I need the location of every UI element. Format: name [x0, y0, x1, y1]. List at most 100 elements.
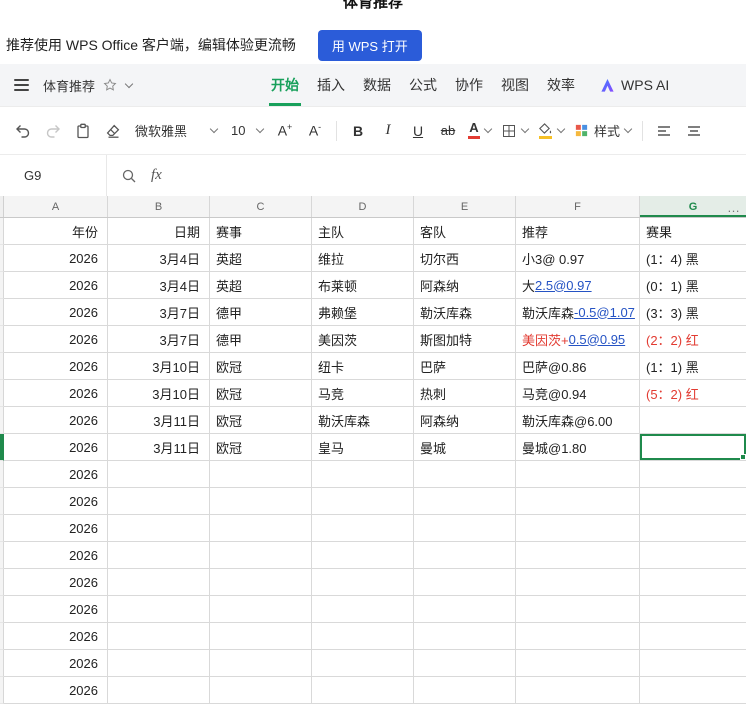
header-cell-5[interactable]: 推荐 — [516, 218, 640, 245]
decrease-font-size-button[interactable]: A- — [300, 117, 330, 145]
empty-cell[interactable] — [312, 569, 414, 596]
cell-year[interactable]: 2026 — [4, 542, 108, 569]
cell-away-team[interactable]: 切尔西 — [414, 245, 516, 272]
empty-cell[interactable] — [640, 650, 746, 677]
empty-cell[interactable] — [312, 461, 414, 488]
cell-away-team[interactable]: 勒沃库森 — [414, 299, 516, 326]
empty-cell[interactable] — [516, 542, 640, 569]
tab-efficiency[interactable]: 效率 — [538, 64, 584, 106]
empty-cell[interactable] — [640, 623, 746, 650]
empty-cell[interactable] — [312, 542, 414, 569]
empty-cell[interactable] — [516, 488, 640, 515]
empty-cell[interactable] — [414, 515, 516, 542]
strikethrough-button[interactable]: ab — [433, 117, 463, 145]
cell-year[interactable]: 2026 — [4, 515, 108, 542]
cell-year[interactable]: 2026 — [4, 623, 108, 650]
fill-color-button[interactable] — [533, 117, 569, 145]
redo-icon[interactable] — [38, 117, 68, 145]
empty-cell[interactable] — [312, 515, 414, 542]
empty-cell[interactable] — [414, 542, 516, 569]
header-cell-1[interactable]: 日期 — [108, 218, 210, 245]
empty-cell[interactable] — [414, 650, 516, 677]
empty-cell[interactable] — [414, 461, 516, 488]
paste-icon[interactable] — [68, 117, 98, 145]
cell-date[interactable]: 3月10日 — [108, 353, 210, 380]
cell-year[interactable]: 2026 — [4, 353, 108, 380]
cell-away-team[interactable]: 巴萨 — [414, 353, 516, 380]
empty-cell[interactable] — [108, 650, 210, 677]
column-header-E[interactable]: E — [414, 196, 516, 217]
align-center-icon[interactable] — [679, 117, 709, 145]
cell-result[interactable]: (2：2) 红 — [640, 326, 746, 353]
empty-cell[interactable] — [640, 596, 746, 623]
cell-recommendation[interactable]: 勒沃库森@6.00 — [516, 407, 640, 434]
cell-result[interactable]: (3：3) 黑 — [640, 299, 746, 326]
cell-year[interactable]: 2026 — [4, 407, 108, 434]
cell-recommendation[interactable]: 大 2.5@0.97 — [516, 272, 640, 299]
fill-handle[interactable] — [740, 454, 746, 460]
cell-away-team[interactable]: 阿森纳 — [414, 272, 516, 299]
empty-cell[interactable] — [210, 623, 312, 650]
empty-cell[interactable] — [414, 488, 516, 515]
cell-away-team[interactable]: 曼城 — [414, 434, 516, 461]
empty-cell[interactable] — [640, 542, 746, 569]
font-size-select[interactable]: 10 — [224, 117, 270, 145]
empty-cell[interactable] — [414, 596, 516, 623]
empty-cell[interactable] — [640, 515, 746, 542]
increase-font-size-button[interactable]: A+ — [270, 117, 300, 145]
cell-league[interactable]: 欧冠 — [210, 407, 312, 434]
cell-date[interactable]: 3月11日 — [108, 407, 210, 434]
empty-cell[interactable] — [108, 515, 210, 542]
empty-cell[interactable] — [516, 515, 640, 542]
empty-cell[interactable] — [108, 596, 210, 623]
undo-icon[interactable] — [8, 117, 38, 145]
cell-recommendation[interactable]: 勒沃库森 -0.5@1.07 — [516, 299, 640, 326]
menu-icon[interactable] — [14, 79, 29, 91]
cell-recommendation[interactable]: 巴萨@0.86 — [516, 353, 640, 380]
cell-date[interactable]: 3月7日 — [108, 326, 210, 353]
cell-result[interactable]: (1：4) 黑 — [640, 245, 746, 272]
cell-year[interactable]: 2026 — [4, 245, 108, 272]
empty-cell[interactable] — [210, 596, 312, 623]
empty-cell[interactable] — [210, 677, 312, 704]
cell-year[interactable]: 2026 — [4, 461, 108, 488]
cell-result[interactable]: (5：2) 红 — [640, 380, 746, 407]
more-columns-button[interactable]: … — [727, 196, 741, 218]
recommendation-link[interactable]: 0.5@0.95 — [569, 332, 626, 347]
cell-home-team[interactable]: 马竞 — [312, 380, 414, 407]
align-left-icon[interactable] — [649, 117, 679, 145]
cell-league[interactable]: 欧冠 — [210, 353, 312, 380]
cell-league[interactable]: 欧冠 — [210, 434, 312, 461]
recommendation-link[interactable]: -0.5@1.07 — [574, 305, 635, 320]
cell-league[interactable]: 英超 — [210, 272, 312, 299]
title-chevron-down-icon[interactable] — [124, 79, 134, 88]
header-cell-3[interactable]: 主队 — [312, 218, 414, 245]
cell-year[interactable]: 2026 — [4, 596, 108, 623]
cell-result[interactable] — [640, 434, 746, 461]
column-header-B[interactable]: B — [108, 196, 210, 217]
cell-year[interactable]: 2026 — [4, 569, 108, 596]
cell-home-team[interactable]: 弗赖堡 — [312, 299, 414, 326]
insert-function-fx-button[interactable]: fx — [151, 167, 162, 184]
column-header-C[interactable]: C — [210, 196, 312, 217]
favorite-star-icon[interactable] — [103, 78, 117, 92]
empty-cell[interactable] — [108, 677, 210, 704]
cell-away-team[interactable]: 热刺 — [414, 380, 516, 407]
empty-cell[interactable] — [516, 623, 640, 650]
tab-data[interactable]: 数据 — [354, 64, 400, 106]
bold-button[interactable]: B — [343, 117, 373, 145]
tab-wps-ai[interactable]: WPS AI — [600, 64, 669, 106]
empty-cell[interactable] — [312, 623, 414, 650]
cell-home-team[interactable]: 皇马 — [312, 434, 414, 461]
cell-league[interactable]: 欧冠 — [210, 380, 312, 407]
cell-league[interactable]: 德甲 — [210, 326, 312, 353]
empty-cell[interactable] — [640, 488, 746, 515]
cell-away-team[interactable]: 阿森纳 — [414, 407, 516, 434]
cell-date[interactable]: 3月10日 — [108, 380, 210, 407]
cell-date[interactable]: 3月4日 — [108, 272, 210, 299]
tab-view[interactable]: 视图 — [492, 64, 538, 106]
empty-cell[interactable] — [516, 569, 640, 596]
cell-result[interactable]: (1：1) 黑 — [640, 353, 746, 380]
empty-cell[interactable] — [312, 488, 414, 515]
clear-format-eraser-icon[interactable] — [98, 117, 128, 145]
